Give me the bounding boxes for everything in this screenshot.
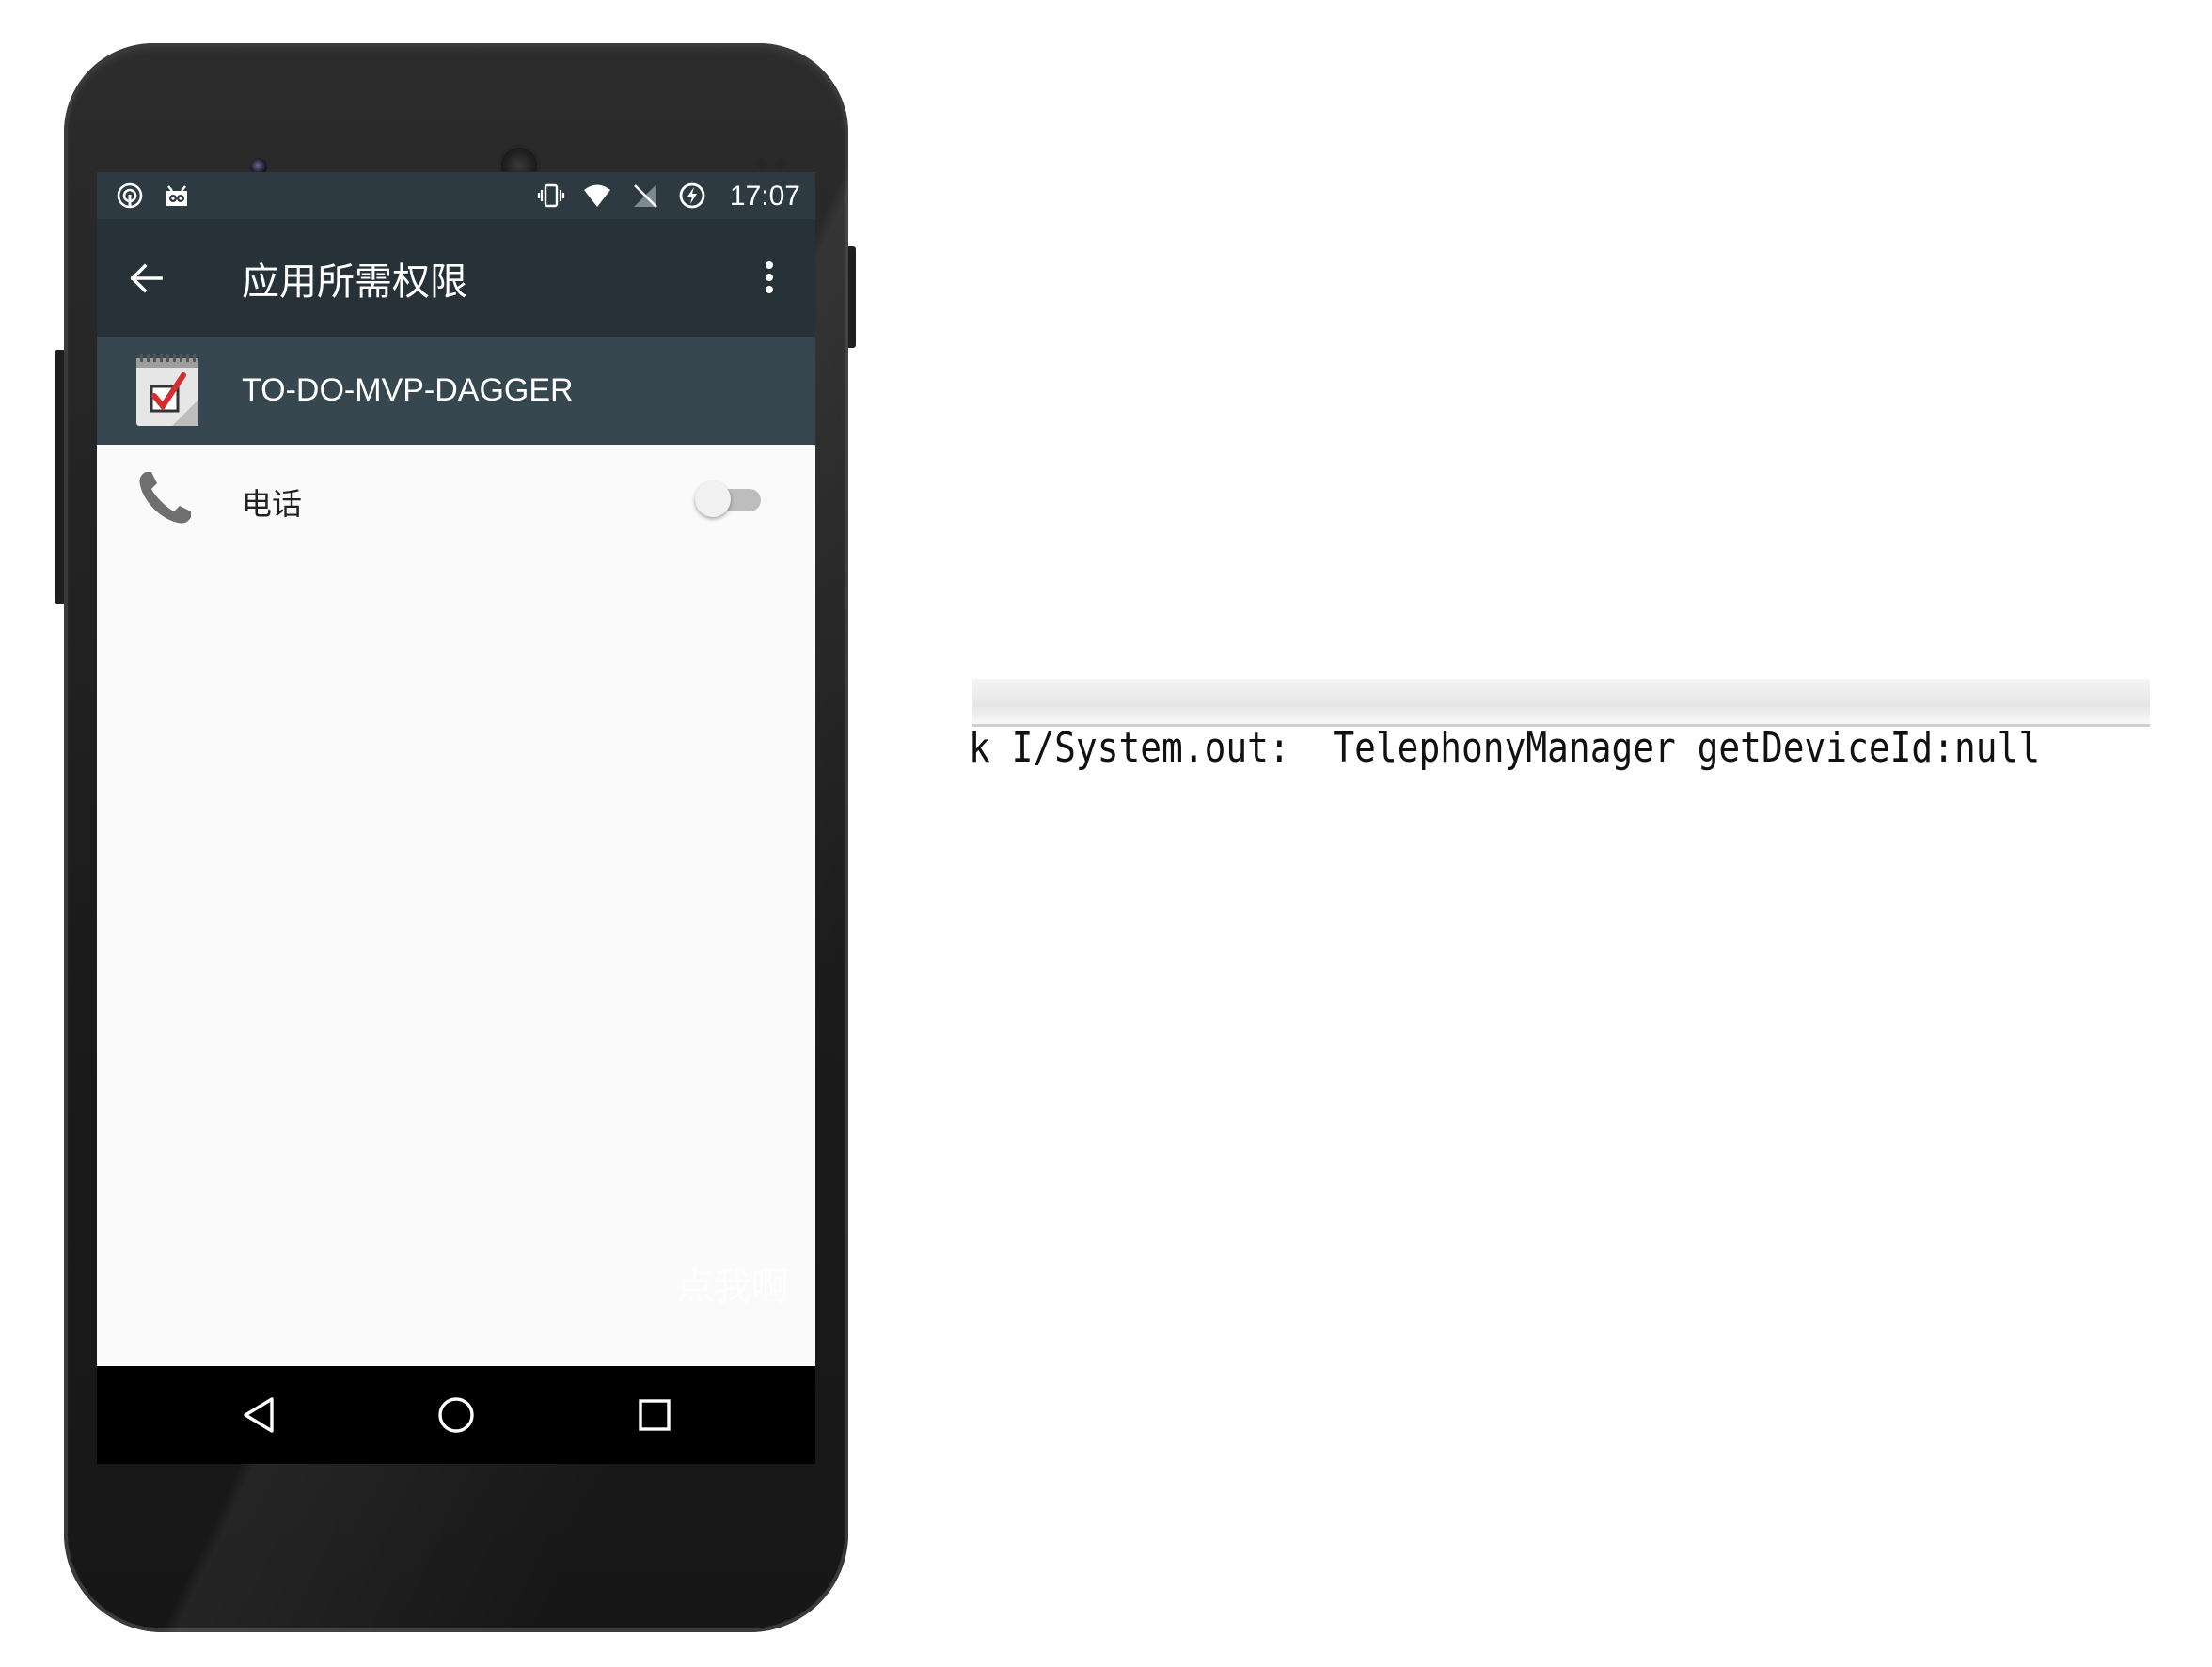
light-sensor (775, 158, 786, 169)
permission-label: 电话 (242, 486, 303, 522)
recents-square-icon[interactable] (631, 1392, 678, 1439)
back-triangle-icon[interactable] (236, 1392, 283, 1439)
logcat-line: k I/System.out: TelephonyManager getDevi… (969, 724, 2040, 780)
logcat-header-strip (972, 679, 2150, 727)
app-header-row: TO-DO-MVP-DAGGER (97, 337, 815, 445)
android-debug-icon (166, 185, 187, 206)
log-tag: I/System.out (1011, 724, 1269, 772)
log-message: TelephonyManager getDeviceId:null (1333, 724, 2041, 772)
checklist-app-icon (136, 354, 198, 426)
log-separator: : (1268, 724, 1290, 772)
no-sim-icon (634, 184, 657, 208)
vibrate-icon (537, 183, 565, 208)
phone-screen: 17:07 应用所需权限 TO-DO-MVP-DAGGER 电话 点我啊 (97, 172, 815, 1464)
proximity-sensor (756, 158, 767, 169)
log-tag-prefix: k (969, 724, 990, 772)
status-bar: 17:07 (97, 172, 815, 219)
phone-icon (139, 472, 191, 524)
permission-row-phone[interactable]: 电话 (97, 445, 815, 558)
more-vert-icon[interactable] (755, 254, 783, 301)
watermark: 点我啊 (676, 1266, 789, 1309)
hotspot-icon (117, 182, 143, 209)
home-circle-icon[interactable] (433, 1392, 480, 1439)
app-toolbar: 应用所需权限 (97, 219, 815, 337)
data-saver-icon (679, 182, 705, 209)
arrow-left-icon[interactable] (123, 255, 170, 302)
page-title: 应用所需权限 (242, 260, 467, 304)
permission-toggle[interactable] (695, 481, 763, 517)
app-name: TO-DO-MVP-DAGGER (242, 372, 574, 408)
wifi-icon (584, 184, 610, 207)
navigation-bar (97, 1366, 815, 1464)
status-time: 17:07 (729, 181, 800, 212)
